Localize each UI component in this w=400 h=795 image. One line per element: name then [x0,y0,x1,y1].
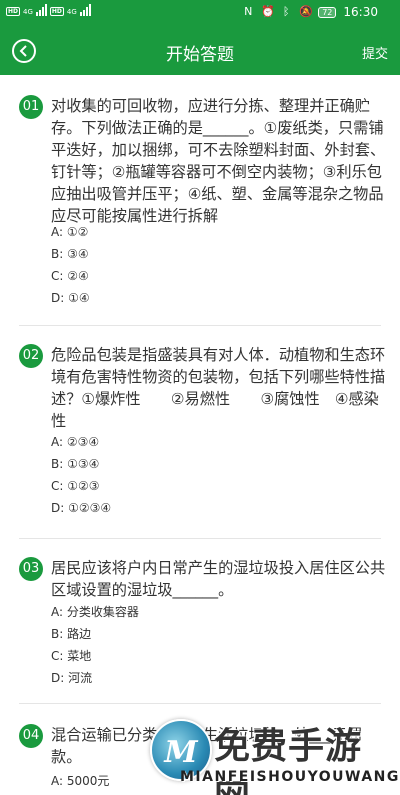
bluetooth-icon: ᛒ [282,5,290,18]
nfc-icon: N [244,5,253,18]
site-watermark: M 免费手游网 MIANFEISHOUYOUWANG [150,709,398,795]
clock: 16:30 [343,5,378,19]
status-right: N ⏰ ᛒ 🔕 72 16:30 [242,5,378,19]
option-a[interactable]: A: 5000元 [51,772,109,789]
question-number-badge: 01 [19,95,43,119]
question-number-badge: 03 [19,557,43,581]
option-c[interactable]: C: ②④ [51,269,89,283]
question-list: 01 对收集的可回收物，应进行分拣、整理并正确贮存。下列做法正确的是______… [0,75,400,795]
option-d[interactable]: D: ①②③④ [51,501,111,515]
option-d[interactable]: D: ①④ [51,291,90,305]
alarm-icon: ⏰ [261,5,275,18]
option-b[interactable]: B: 路边 [51,625,91,642]
divider [19,703,381,704]
option-a[interactable]: A: ①② [51,225,88,239]
watermark-subtitle: MIANFEISHOUYOUWANG [180,769,400,785]
status-bar: HD 4G HD 4G N ⏰ ᛒ 🔕 72 16:30 [0,0,400,27]
divider [19,538,381,539]
question-text: 危险品包装是指盛装具有对人体．动植物和生态环境有危害特性物资的包装物，包括下列哪… [51,346,386,430]
submit-button[interactable]: 提交 [362,43,388,62]
hd-icon-2: HD [49,7,64,16]
status-left: HD 4G HD 4G [6,4,91,16]
option-c[interactable]: C: ①②③ [51,479,100,493]
question-number-badge: 04 [19,724,43,748]
mute-icon: 🔕 [299,5,313,18]
page-title: 开始答题 [166,45,234,65]
option-d[interactable]: D: 河流 [51,669,92,686]
network-label-right: 4G [66,8,77,16]
divider [19,325,381,326]
option-b[interactable]: B: ③④ [51,247,89,261]
option-b[interactable]: B: ①③④ [51,457,99,471]
app-bar: 开始答题 提交 [0,27,400,75]
battery-icon: 72 [318,6,337,18]
option-c[interactable]: C: 菜地 [51,647,91,664]
watermark-logo-letter: M [164,735,198,770]
option-a[interactable]: A: ②③④ [51,435,99,449]
option-a[interactable]: A: 分类收集容器 [51,603,139,620]
question-number-badge: 02 [19,344,43,368]
signal-icon-2 [79,4,91,16]
hd-icon: HD [6,7,21,16]
question-text: 居民应该将户内日常产生的湿垃圾投入居住区公共区域设置的湿垃圾______。 [51,559,386,599]
network-label-left: 4G [23,8,33,16]
question-text: 对收集的可回收物，应进行分拣、整理并正确贮存。下列做法正确的是______。①废… [51,97,386,225]
signal-icon [35,4,47,16]
